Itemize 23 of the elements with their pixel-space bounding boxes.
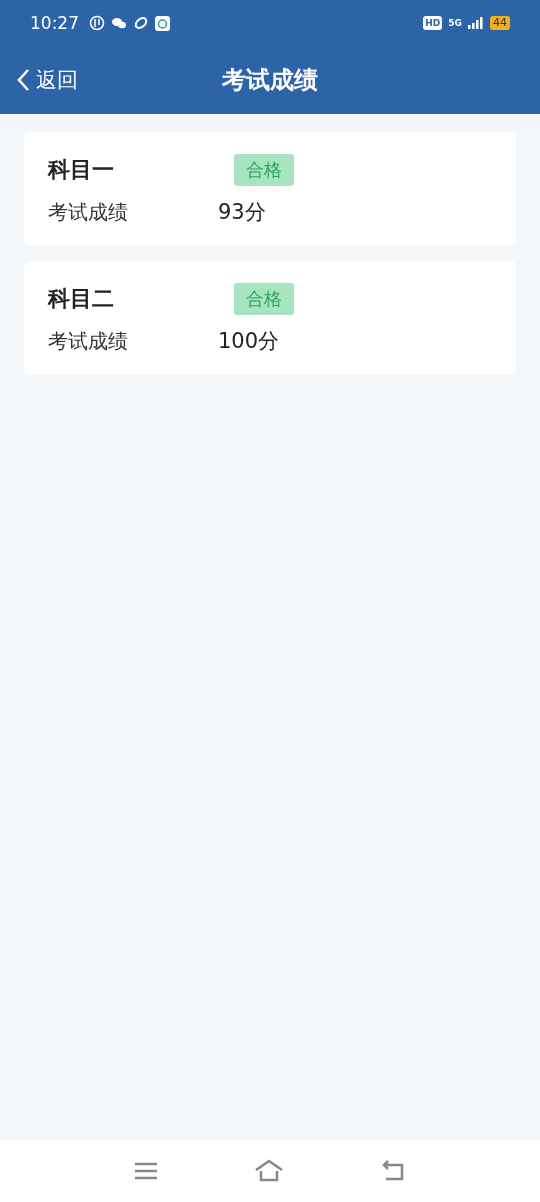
- score-label: 考试成绩: [48, 327, 128, 355]
- home-icon[interactable]: [254, 1159, 284, 1183]
- ring-icon: [133, 15, 149, 31]
- score-value: 100分: [218, 328, 280, 355]
- back-icon[interactable]: [380, 1160, 406, 1182]
- status-badge: 合格: [234, 154, 294, 186]
- status-badge: 合格: [234, 283, 294, 315]
- hd-label: HD: [423, 16, 443, 30]
- signal-icon: [468, 17, 484, 29]
- app-icon: [155, 15, 170, 31]
- subject-name: 科目一: [48, 156, 114, 184]
- back-button[interactable]: 返回: [16, 66, 78, 94]
- chevron-left-icon: [16, 68, 30, 92]
- status-time: 10:27: [30, 13, 79, 33]
- score-value: 93分: [218, 199, 266, 226]
- circle-icon: [89, 15, 105, 31]
- network-label: 5G: [448, 18, 462, 28]
- subject-name: 科目二: [48, 285, 114, 313]
- chat-icon: [111, 16, 127, 30]
- menu-icon[interactable]: [134, 1161, 158, 1181]
- battery-level: 44: [490, 16, 510, 30]
- page-title: 考试成绩: [222, 65, 318, 96]
- score-label: 考试成绩: [48, 198, 128, 226]
